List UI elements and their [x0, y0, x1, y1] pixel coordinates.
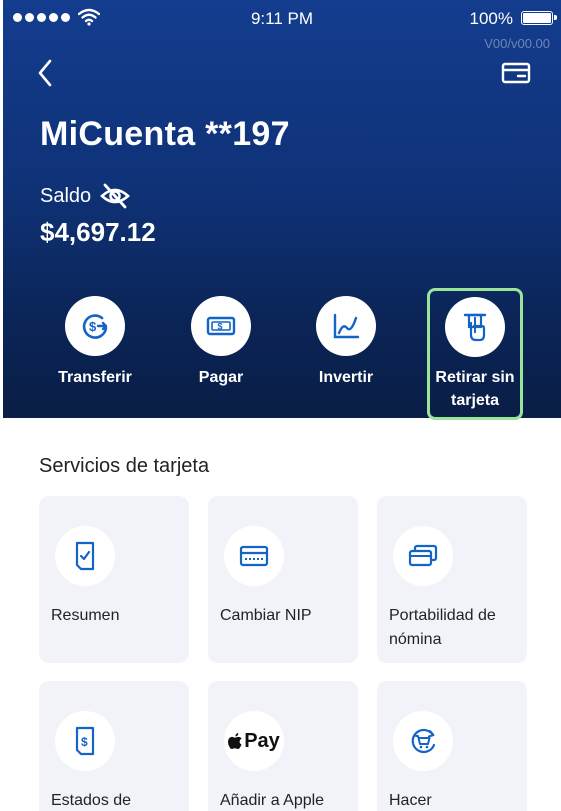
account-title: MiCuenta **197 [40, 115, 290, 153]
change-pin-label: Cambiar NIP [220, 607, 312, 624]
status-bar: 9:11 PM 100% [3, 0, 561, 36]
version-label: V00/v00.00 [484, 36, 550, 51]
payroll-portability-label: Portabilidad de nómina [389, 607, 496, 648]
apple-pay-icon: Pay [228, 730, 280, 753]
balance-label: Saldo [40, 185, 92, 207]
cash-icon: $ [206, 316, 236, 336]
add-apple-pay-label: Añadir a Apple [220, 792, 325, 809]
statement-icon: $ [75, 726, 95, 756]
withdraw-label: Retirar sin tarjeta [435, 369, 515, 409]
svg-text:$: $ [81, 735, 88, 749]
card-icon[interactable] [501, 61, 531, 85]
statements-tile[interactable]: $ Estados de [39, 681, 189, 811]
payroll-portability-tile[interactable]: Portabilidad de nómina [377, 496, 527, 663]
withdraw-cardless-button[interactable]: Retirar sin tarjeta [427, 288, 523, 420]
add-apple-pay-tile[interactable]: Pay Añadir a Apple [208, 681, 358, 811]
cards-icon [408, 544, 438, 567]
battery-icon [521, 11, 557, 25]
transfer-button[interactable]: $ Transferir [35, 296, 155, 389]
summary-label: Resumen [51, 607, 120, 624]
card-services-title: Servicios de tarjeta [39, 455, 210, 477]
battery-percent: 100% [469, 9, 513, 28]
make-purchase-tile[interactable]: Hacer [377, 681, 527, 811]
pay-button[interactable]: $ Pagar [161, 296, 281, 389]
transfer-icon: $ [82, 314, 108, 339]
svg-text:$: $ [218, 322, 223, 332]
card-icon [239, 545, 269, 567]
invest-button[interactable]: Invertir [286, 296, 406, 389]
back-chevron-icon[interactable] [33, 58, 57, 88]
change-pin-tile[interactable]: Cambiar NIP [208, 496, 358, 663]
summary-tile[interactable]: Resumen [39, 496, 189, 663]
document-check-icon [75, 541, 95, 571]
account-header: 9:11 PM 100% V00/v00.00 MiCuenta **197 S… [3, 0, 561, 420]
make-purchase-label: Hacer [389, 792, 432, 809]
statements-label: Estados de [51, 792, 132, 809]
svg-text:$: $ [89, 319, 97, 334]
cart-refresh-icon [411, 728, 436, 754]
apple-pay-text: Pay [244, 729, 280, 752]
eye-hidden-icon[interactable] [99, 182, 131, 210]
atm-withdraw-icon [463, 313, 487, 342]
chart-icon [333, 313, 360, 339]
invest-label: Invertir [318, 369, 374, 386]
transfer-label: Transferir [58, 369, 132, 386]
pay-label: Pagar [198, 369, 244, 386]
balance-value: $4,697.12 [40, 217, 156, 247]
